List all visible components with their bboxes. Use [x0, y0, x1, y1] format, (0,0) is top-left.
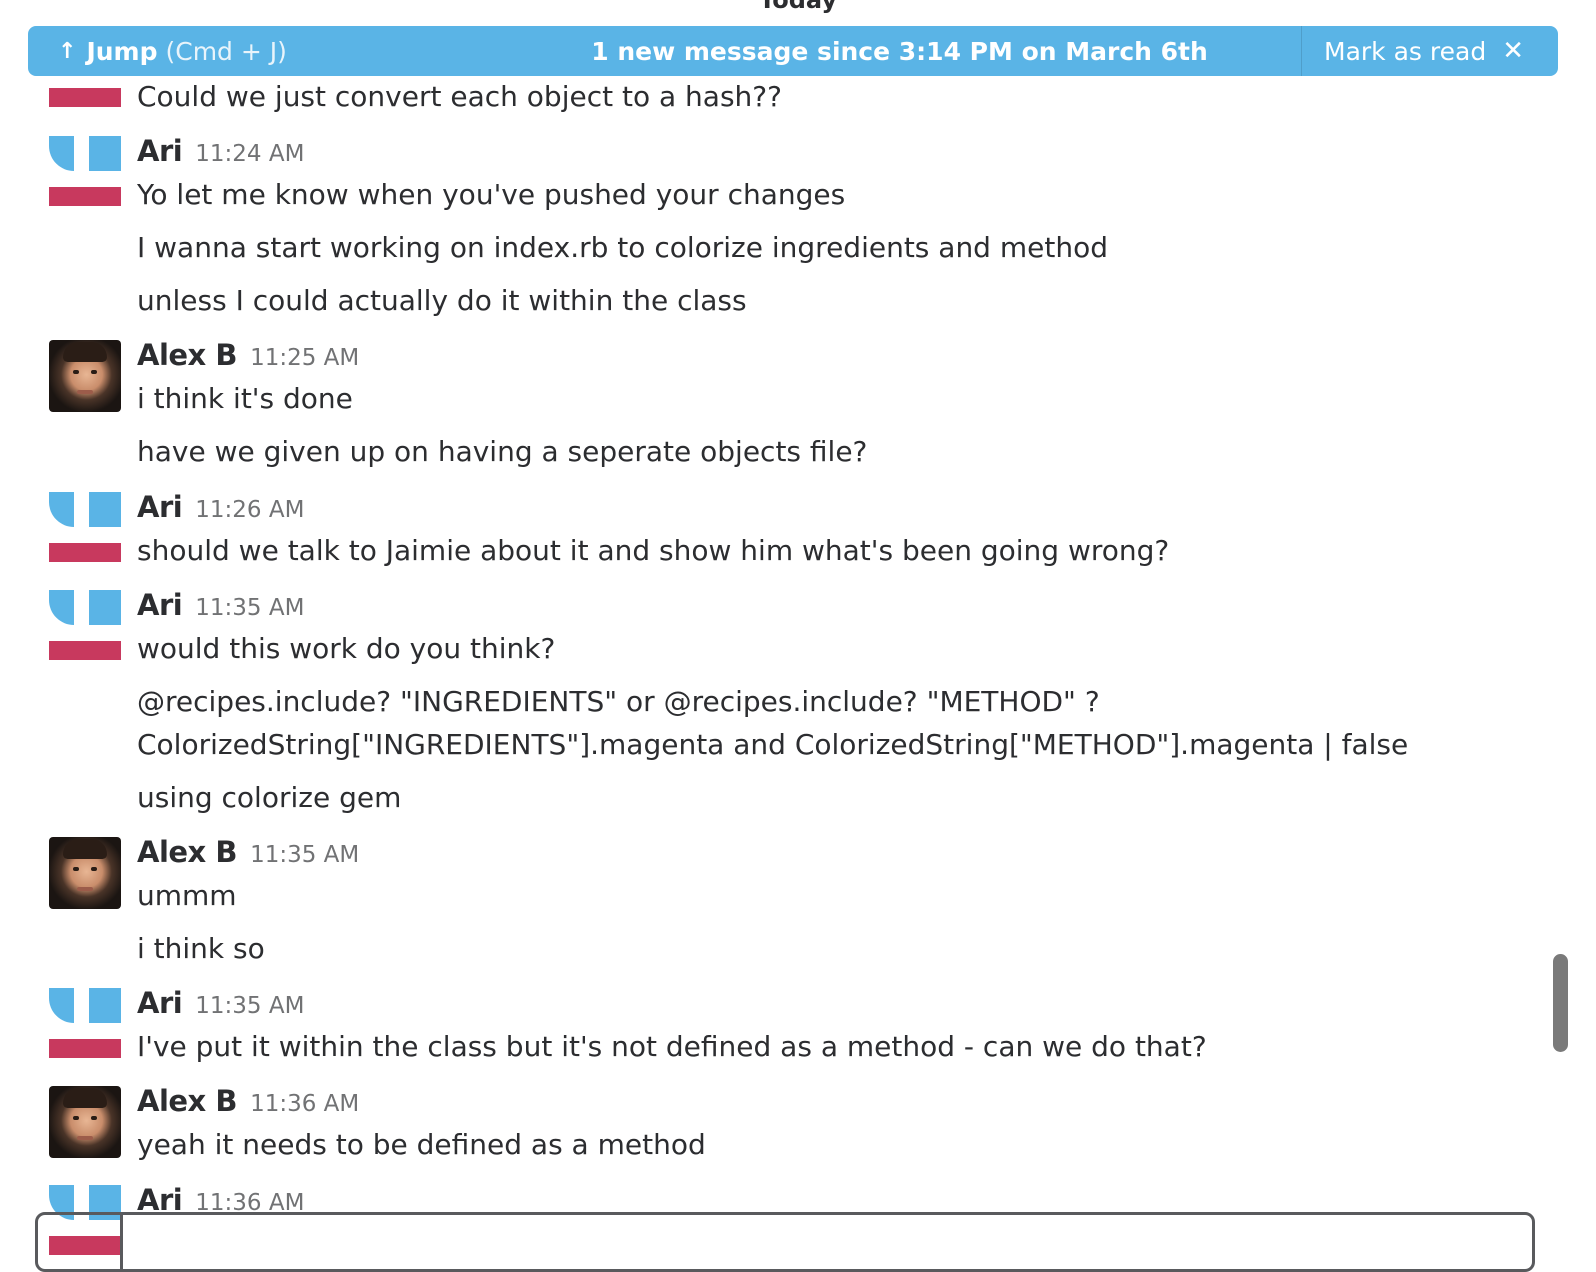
mark-as-read-label: Mark as read [1324, 36, 1487, 66]
jump-hint: (Cmd + J) [165, 36, 287, 66]
new-message-notice[interactable]: 1 new message since 3:14 PM on March 6th [528, 37, 1301, 66]
sender-name[interactable]: Alex B [137, 338, 237, 372]
day-divider: Today [759, 0, 837, 14]
avatar-ari[interactable] [49, 136, 121, 208]
message-header: Ari 11:35 AM [137, 986, 304, 1020]
composer-divider [120, 1215, 123, 1269]
sender-name[interactable]: Ari [137, 986, 183, 1020]
avatar-alex-b[interactable] [49, 837, 121, 909]
sender-name[interactable]: Alex B [137, 1084, 237, 1118]
message-text: would this work do you think? [137, 632, 556, 665]
message-text: ummm [137, 879, 237, 912]
message-composer[interactable] [35, 1212, 1535, 1272]
message-text: have we given up on having a seperate ob… [137, 435, 868, 468]
message-text: i think it's done [137, 382, 353, 415]
timestamp[interactable]: 11:36 AM [250, 1091, 359, 1117]
avatar-fragment [49, 88, 121, 107]
avatar-alex-b[interactable] [49, 340, 121, 412]
timestamp[interactable]: 11:24 AM [195, 141, 304, 167]
jump-button[interactable]: ↑ Jump (Cmd + J) [28, 37, 528, 66]
up-arrow-icon: ↑ [58, 38, 77, 64]
message-text: Could we just convert each object to a h… [137, 80, 782, 113]
message-header: Alex B 11:36 AM [137, 1084, 359, 1118]
message-header: Ari 11:26 AM [137, 490, 304, 524]
scrollbar[interactable] [1553, 954, 1568, 1052]
avatar-ari[interactable] [49, 492, 121, 564]
message-text: ColorizedString["INGREDIENTS"].magenta a… [137, 728, 1409, 761]
sender-name[interactable]: Alex B [137, 835, 237, 869]
timestamp[interactable]: 11:26 AM [195, 497, 304, 523]
message-text: i think so [137, 932, 265, 965]
avatar-alex-b[interactable] [49, 1086, 121, 1158]
message-header: Ari 11:35 AM [137, 588, 304, 622]
avatar-ari[interactable] [49, 590, 121, 662]
message-text: unless I could actually do it within the… [137, 284, 747, 317]
message-text: should we talk to Jaimie about it and sh… [137, 534, 1170, 567]
message-text: Yo let me know when you've pushed your c… [137, 178, 846, 211]
avatar-ari[interactable] [49, 988, 121, 1060]
timestamp[interactable]: 11:35 AM [250, 842, 359, 868]
message-header: Alex B 11:35 AM [137, 835, 359, 869]
sender-name[interactable]: Ari [137, 134, 183, 168]
close-icon[interactable]: ✕ [1502, 36, 1524, 66]
message-text: @recipes.include? "INGREDIENTS" or @reci… [137, 685, 1100, 718]
message-text: I wanna start working on index.rb to col… [137, 231, 1108, 264]
message-text: yeah it needs to be defined as a method [137, 1128, 706, 1161]
message-header: Alex B 11:25 AM [137, 338, 359, 372]
timestamp[interactable]: 11:25 AM [250, 345, 359, 371]
sender-name[interactable]: Ari [137, 490, 183, 524]
jump-label: Jump [86, 36, 158, 66]
timestamp[interactable]: 11:35 AM [195, 993, 304, 1019]
new-messages-banner: ↑ Jump (Cmd + J) 1 new message since 3:1… [28, 26, 1558, 76]
message-header: Ari 11:24 AM [137, 134, 304, 168]
sender-name[interactable]: Ari [137, 588, 183, 622]
timestamp[interactable]: 11:35 AM [195, 595, 304, 621]
message-text: I've put it within the class but it's no… [137, 1030, 1207, 1063]
message-text: using colorize gem [137, 781, 402, 814]
mark-as-read-button[interactable]: Mark as read ✕ [1301, 26, 1558, 76]
